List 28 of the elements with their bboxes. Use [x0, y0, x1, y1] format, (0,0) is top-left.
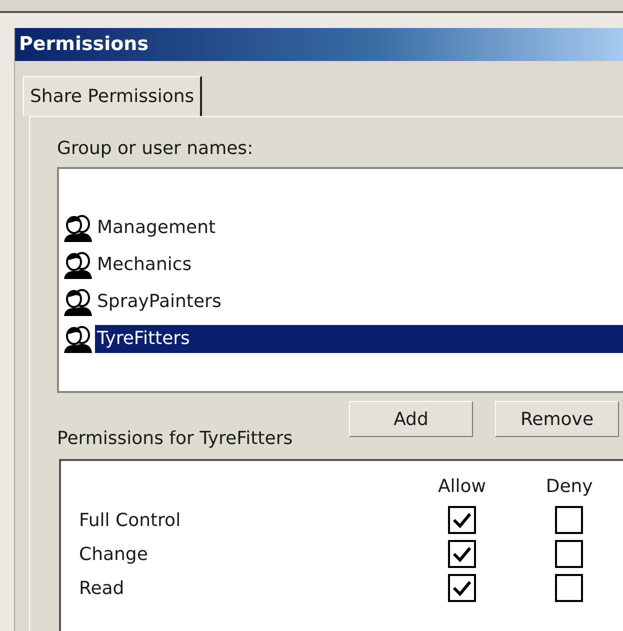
- check-icon: [452, 511, 472, 529]
- list-label: Group or user names:: [57, 137, 254, 161]
- checkbox[interactable]: [448, 540, 476, 568]
- permissions-label: Permissions for TyreFitters: [57, 427, 294, 451]
- user-group-icon: [63, 324, 93, 354]
- dialog-button[interactable]: Remove: [495, 401, 619, 437]
- dialog-button[interactable]: Add: [349, 401, 473, 437]
- check-icon: [452, 579, 472, 597]
- column-header: Deny: [544, 475, 594, 499]
- checkbox[interactable]: [448, 506, 476, 534]
- permission-name: Read: [79, 576, 126, 600]
- user-group-icon: [63, 286, 93, 316]
- checkbox[interactable]: [555, 540, 584, 568]
- checkbox[interactable]: [555, 506, 584, 534]
- permission-name: Full Control: [79, 508, 182, 532]
- user-group-icon: [63, 250, 93, 280]
- group-item[interactable]: TyreFitters: [95, 324, 623, 352]
- window-title: Permissions: [15, 28, 623, 61]
- checkbox[interactable]: [555, 574, 584, 602]
- group-item[interactable]: Management: [95, 214, 216, 242]
- checkbox[interactable]: [448, 574, 476, 602]
- tab[interactable]: Share Permissions: [23, 76, 202, 116]
- permission-name: Change: [79, 542, 149, 566]
- group-item[interactable]: Mechanics: [95, 250, 192, 278]
- user-group-icon: [63, 212, 93, 242]
- column-header: Allow: [436, 475, 488, 499]
- group-item[interactable]: SprayPainters: [95, 288, 222, 316]
- check-icon: [452, 545, 472, 563]
